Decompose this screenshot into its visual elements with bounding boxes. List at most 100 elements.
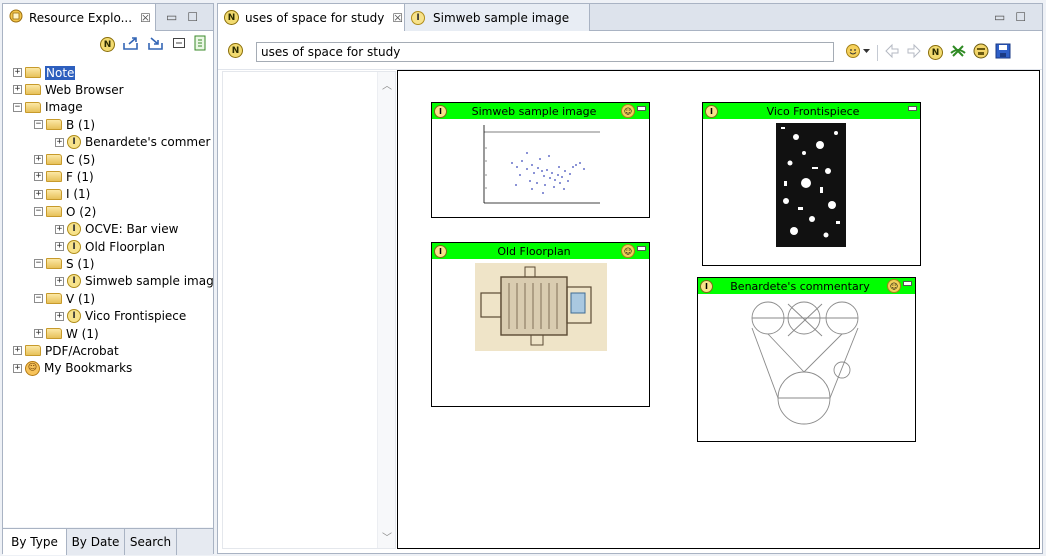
tree-item[interactable]: − O (2) (34, 203, 96, 220)
expand-icon[interactable]: + (55, 276, 64, 286)
card-old-floorplan[interactable]: I Old Floorplan ☺ (431, 242, 650, 407)
tree-item-label: Old Floorplan (85, 239, 165, 254)
expand-icon[interactable]: + (34, 172, 43, 182)
card-header[interactable]: I Old Floorplan ☺ (432, 243, 649, 259)
new-note-icon[interactable]: N (100, 37, 115, 52)
close-icon[interactable]: ☒ (140, 11, 151, 25)
linked-items-pane[interactable]: ︿ ﹀ (222, 71, 396, 549)
editor-toolbar-icons: N (845, 43, 1011, 62)
card-simweb-sample-image[interactable]: I Simweb sample image ☺ (431, 102, 650, 218)
bookmark-icon: ☺ (25, 360, 40, 376)
card-header[interactable]: I Vico Frontispiece (703, 103, 920, 119)
smiley-icon[interactable]: ☺ (621, 104, 635, 118)
maximize-icon[interactable]: ☐ (187, 10, 198, 24)
smiley-menu-icon[interactable] (845, 43, 871, 62)
card-vico-frontispiece[interactable]: I Vico Frontispiece (702, 102, 921, 266)
image-resource-icon: I (700, 279, 713, 293)
collapse-icon[interactable]: − (34, 294, 43, 304)
card-header[interactable]: I Simweb sample image ☺ (432, 103, 649, 119)
scroll-down-icon[interactable]: ﹀ (382, 529, 392, 544)
tree-item-label: F (1) (66, 169, 94, 184)
collapse-all-icon[interactable] (172, 36, 186, 53)
tree-item[interactable]: + F (1) (34, 168, 94, 185)
tab-simweb-sample-image[interactable]: I Simweb sample image (405, 4, 590, 31)
expand-icon[interactable]: + (34, 329, 43, 338)
tree-item[interactable]: + I Vico Frontispiece (55, 308, 186, 325)
expand-icon[interactable]: + (13, 363, 22, 373)
export-icon[interactable] (122, 35, 140, 54)
close-icon[interactable]: ☒ (392, 11, 403, 25)
minimize-icon[interactable] (908, 105, 917, 111)
tree-item[interactable]: − Image (13, 99, 83, 116)
tree-item[interactable]: + ☺ My Bookmarks (13, 360, 132, 377)
expand-icon[interactable]: + (55, 137, 64, 147)
tree-item-label: OCVE: Bar view (85, 222, 179, 237)
expand-icon[interactable]: + (13, 346, 22, 356)
collapse-icon[interactable]: − (34, 120, 43, 130)
vertical-scrollbar[interactable]: ︿ ﹀ (377, 72, 395, 548)
expand-icon[interactable]: + (34, 189, 43, 199)
tree-item[interactable]: + I OCVE: Bar view (55, 221, 178, 238)
expand-icon[interactable]: + (13, 85, 22, 95)
tree-item[interactable]: − B (1) (34, 116, 95, 133)
forward-arrow-icon[interactable] (906, 43, 922, 62)
folder-icon (25, 345, 41, 357)
tree-item-label: W (1) (66, 326, 99, 341)
card-header[interactable]: I Benardete's commentary ☺ (698, 278, 915, 294)
expand-icon[interactable]: + (34, 155, 43, 164)
minimize-icon[interactable]: ▭ (994, 10, 1005, 24)
tree-item[interactable]: + I Benardete's commer (55, 134, 210, 151)
tab-search[interactable]: Search (125, 529, 177, 555)
image-resource-icon: I (411, 10, 425, 25)
minimize-icon[interactable] (637, 105, 646, 111)
tab-uses-of-space-for-study[interactable]: N uses of space for study ☒ (218, 4, 405, 31)
tree-item[interactable]: − V (1) (34, 290, 95, 307)
expand-icon[interactable]: + (55, 224, 64, 234)
editor-toolbar: N N (218, 31, 1042, 70)
expand-icon[interactable]: + (55, 242, 64, 251)
minimize-icon[interactable] (903, 280, 912, 286)
tree-item[interactable]: + I Simweb sample imag (55, 273, 213, 290)
note-title-input[interactable] (256, 42, 834, 62)
tree-item[interactable]: + Note (13, 64, 76, 81)
tree-item[interactable]: + C (5) (34, 151, 95, 168)
expand-icon[interactable]: + (55, 311, 64, 321)
tree-item[interactable]: + W (1) (34, 325, 99, 342)
save-icon[interactable] (995, 43, 1011, 62)
smiley-icon[interactable]: ☺ (887, 279, 901, 293)
folder-icon (46, 119, 62, 131)
tab-by-date[interactable]: By Date (67, 529, 125, 555)
tree-item[interactable]: + I (1) (34, 186, 90, 203)
collapse-icon[interactable]: − (34, 259, 43, 269)
tree-item[interactable]: + I Old Floorplan (55, 238, 165, 255)
smiley-icon[interactable]: ☺ (621, 244, 635, 258)
minimize-icon[interactable]: ▭ (166, 10, 177, 24)
minimize-icon[interactable] (637, 245, 646, 251)
note-icon[interactable]: N (928, 45, 943, 60)
link-with-editor-icon[interactable] (193, 35, 207, 54)
resource-explorer-tab[interactable]: Resource Explo... ☒ (3, 4, 156, 31)
tree-item[interactable]: + Web Browser (13, 81, 124, 98)
tree-item-label: Web Browser (45, 82, 124, 97)
tab-by-type[interactable]: By Type (3, 529, 67, 555)
scroll-up-icon[interactable]: ︿ (382, 77, 392, 92)
resource-tree: + Note + Web Browser − Image − B (1) + I Benardete… (3, 58, 213, 527)
maximize-icon[interactable]: ☐ (1015, 10, 1026, 24)
note-canvas[interactable]: I Simweb sample image ☺ I Vico Frontispi… (397, 70, 1040, 549)
unlink-icon[interactable] (949, 43, 967, 62)
card-benardetes-commentary[interactable]: I Benardete's commentary ☺ (697, 277, 916, 442)
tree-item[interactable]: + PDF/Acrobat (13, 342, 119, 359)
tree-item-label: PDF/Acrobat (45, 343, 119, 358)
tab-by-type-label: By Type (11, 535, 58, 549)
image-resource-icon: I (67, 274, 81, 289)
import-icon[interactable] (147, 35, 165, 54)
expand-icon[interactable]: + (13, 68, 22, 77)
note-type-icon[interactable]: N (228, 43, 243, 58)
scatter-thumbnail (483, 125, 600, 204)
view-tab-strip: Resource Explo... ☒ ▭ ☐ (3, 4, 213, 31)
back-arrow-icon[interactable] (884, 43, 900, 62)
collapse-icon[interactable]: − (34, 207, 43, 217)
tree-item[interactable]: − S (1) (34, 255, 94, 272)
collapse-icon[interactable]: − (13, 102, 22, 112)
people-icon[interactable] (973, 43, 989, 62)
